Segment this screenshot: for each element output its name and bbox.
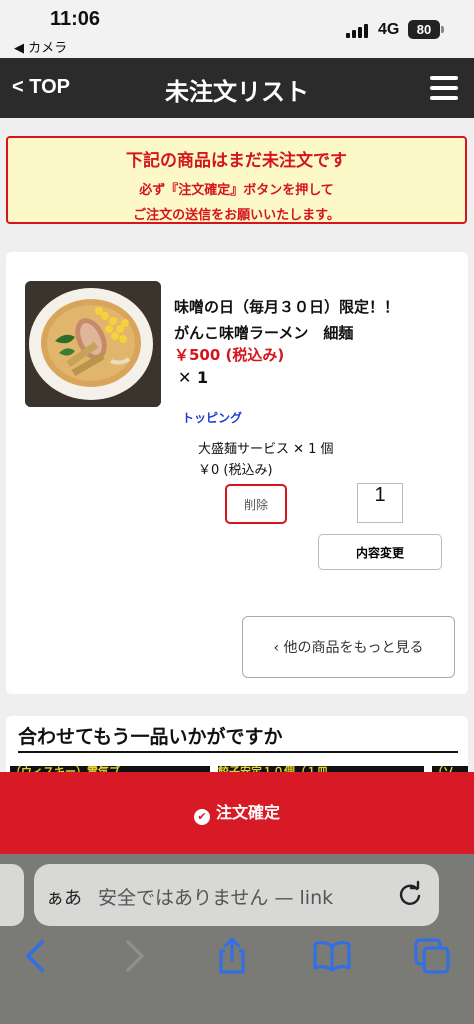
address-bar[interactable]: ぁあ 安全ではありません — link [34,864,439,926]
page-settings-button[interactable]: ぁあ [46,884,82,910]
app-header: < TOP 未注文リスト [0,58,474,118]
recommend-title: 合わせてもう一品いかがですか [18,726,283,748]
notice-line: ご注文の送信をお願いいたします。 [133,208,340,223]
page-title: 未注文リスト [165,78,309,106]
notice-title: 下記の商品はまだ未注文です [126,151,347,171]
check-circle-icon: ✔ [193,809,210,825]
share-icon[interactable] [212,936,252,976]
item-price: ￥500 (税込み) [174,346,285,364]
divider [18,751,458,753]
forward-arrow-icon[interactable] [114,936,154,976]
notice-line: 必ず『注文確定』ボタンを押して [139,183,334,198]
ramen-photo [25,281,161,407]
previous-tab-pill[interactable] [0,864,24,926]
browser-toolbar [0,936,474,996]
item-name-line2: がんこ味噌ラーメン 細麺 [174,324,354,342]
unordered-notice: 下記の商品はまだ未注文です 必ず『注文確定』ボタンを押して ご注文の送信をお願い… [6,136,467,224]
back-to-app-link[interactable]: ◀ カメラ [14,37,67,56]
item-name-line1: 味噌の日（毎月３０日）限定！！ [174,298,400,316]
quantity-input[interactable]: 1 [357,483,403,523]
signal-icon [346,24,372,38]
see-more-products-button[interactable]: ‹ 他の商品をもっと見る [242,616,455,678]
item-name: 味噌の日（毎月３０日）限定！！ がんこ味噌ラーメン 細麺 [174,294,399,346]
browser-chrome: ぁあ 安全ではありません — link [0,854,474,1024]
battery-icon: 80 [408,20,444,39]
hamburger-menu-icon[interactable] [430,76,458,100]
change-content-button[interactable]: 内容変更 [318,534,442,570]
topping-label: トッピング [182,411,243,425]
network-type: 4G [378,21,400,38]
confirm-order-label: 注文確定 [215,803,280,822]
item-quantity: ✕ 1 [178,368,209,387]
confirm-order-button[interactable]: ✔ 注文確定 [0,772,474,854]
back-arrow-icon[interactable] [16,936,56,976]
delete-button[interactable]: 削除 [225,484,287,524]
tabs-icon[interactable] [412,936,452,976]
status-bar: 11:06 ◀ カメラ 4G 80 [0,0,474,58]
reload-icon[interactable] [396,880,424,908]
topping-price: ￥0 (税込み) [198,463,273,478]
topping-item: 大盛麺サービス ✕ 1 個 [198,442,334,457]
bookmarks-icon[interactable] [312,936,352,976]
cart-item-card: 味噌の日（毎月３０日）限定！！ がんこ味噌ラーメン 細麺 ￥500 (税込み) … [6,252,468,694]
url-text: 安全ではありません — link [98,887,334,909]
status-time: 11:06 [50,8,101,30]
